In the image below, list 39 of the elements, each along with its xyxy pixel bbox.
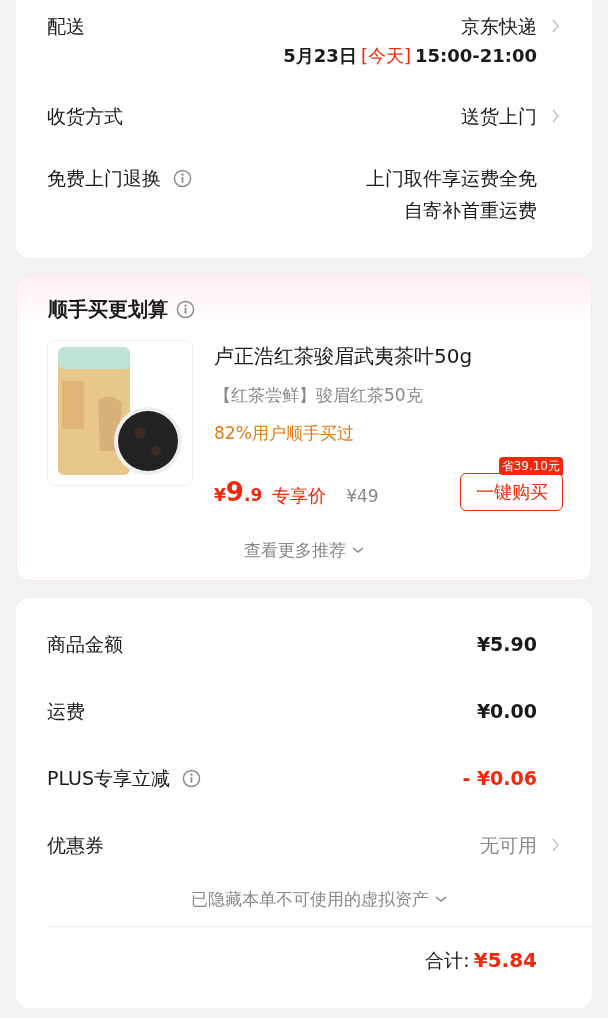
row-value: 无可用 xyxy=(480,833,537,858)
row-value: 送货上门 xyxy=(461,104,537,129)
total-label: 合计: xyxy=(425,948,470,973)
row-label: PLUS专享立减 xyxy=(47,766,171,791)
product-name[interactable]: 卢正浩红茶骏眉武夷茶叶50g xyxy=(214,341,563,371)
section-title: 顺手买更划算 xyxy=(48,296,168,323)
row-label: 配送 xyxy=(47,14,85,39)
row-label: 优惠券 xyxy=(47,833,104,858)
row-label: 运费 xyxy=(47,699,85,724)
row-value[interactable]: 京东快递 xyxy=(461,10,537,42)
total-value: ¥5.84 xyxy=(473,947,537,974)
row-value: - ¥0.06 xyxy=(462,766,537,791)
row-label: 收货方式 xyxy=(47,104,123,129)
price: ¥9.9 xyxy=(214,477,263,509)
info-icon[interactable] xyxy=(173,168,192,188)
hidden-assets-note[interactable]: 已隐藏本单不可使用的虚拟资产 xyxy=(191,886,429,912)
chevron-right-icon[interactable] xyxy=(551,838,559,852)
info-icon[interactable] xyxy=(176,299,195,319)
delivery-time: 15:00-21:00 xyxy=(414,44,537,68)
row-value: 自寄补首重运费 xyxy=(404,198,537,223)
price-label: 专享价 xyxy=(272,484,327,508)
chevron-right-icon[interactable] xyxy=(551,19,559,33)
chevron-down-icon[interactable] xyxy=(352,546,364,554)
more-link[interactable]: 查看更多推荐 xyxy=(244,537,346,563)
chevron-right-icon[interactable] xyxy=(551,109,559,123)
original-price: ¥49 xyxy=(346,485,379,508)
row-value: ¥0.00 xyxy=(476,699,537,724)
info-icon[interactable] xyxy=(182,768,202,788)
chevron-down-icon[interactable] xyxy=(435,895,447,903)
row-label: 商品金额 xyxy=(47,632,123,657)
purchase-note: 82%用户顺手买过 xyxy=(214,422,355,445)
product-subtitle: 【红茶尝鲜】骏眉红茶50克 xyxy=(214,384,424,407)
buy-button[interactable]: 一键购买 xyxy=(460,473,563,511)
row-value: 上门取件享运费全免 xyxy=(366,166,537,191)
today-tag: [今天] xyxy=(360,42,411,70)
saving-badge: 省39.10元 xyxy=(498,457,563,475)
row-label: 免费上门退换 xyxy=(47,166,161,191)
row-value: ¥5.90 xyxy=(476,632,537,657)
delivery-date: 5月23日 xyxy=(283,44,357,68)
